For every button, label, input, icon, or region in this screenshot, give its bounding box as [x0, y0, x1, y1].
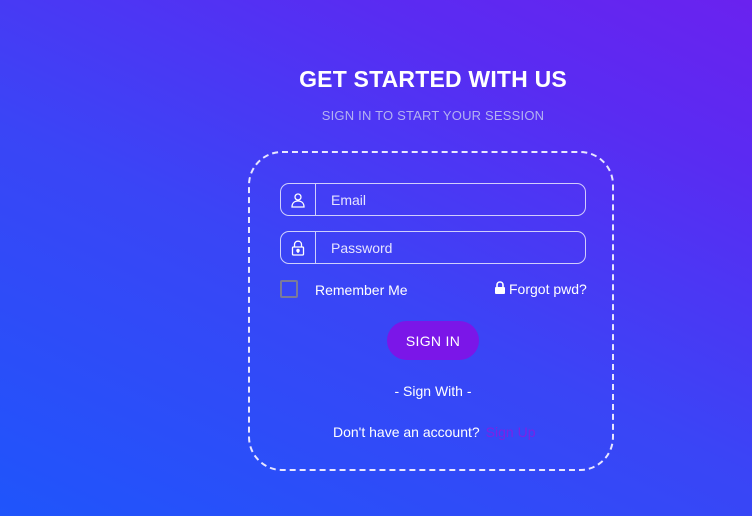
email-input[interactable] [316, 184, 585, 215]
lock-icon [281, 232, 316, 263]
sign-in-button[interactable]: SIGN IN [387, 321, 479, 360]
password-input[interactable] [316, 232, 585, 263]
remember-me-label[interactable]: Remember Me [315, 282, 408, 298]
user-icon [281, 184, 316, 215]
sign-up-link[interactable]: Sign Up [486, 424, 536, 440]
sign-with-label: - Sign With - [394, 383, 472, 399]
page-title: GET STARTED WITH US [299, 66, 567, 92]
lock-icon [494, 281, 506, 297]
page-subtitle: SIGN IN TO START YOUR SESSION [321, 108, 545, 123]
email-input-group [280, 183, 586, 216]
forgot-password-link[interactable]: Forgot pwd? [494, 281, 587, 297]
remember-me-checkbox[interactable] [280, 280, 298, 298]
password-input-group [280, 231, 586, 264]
signup-prompt: Don't have an account? Sign Up [333, 424, 535, 440]
forgot-password-label: Forgot pwd? [509, 281, 587, 297]
no-account-text: Don't have an account? [333, 424, 480, 440]
